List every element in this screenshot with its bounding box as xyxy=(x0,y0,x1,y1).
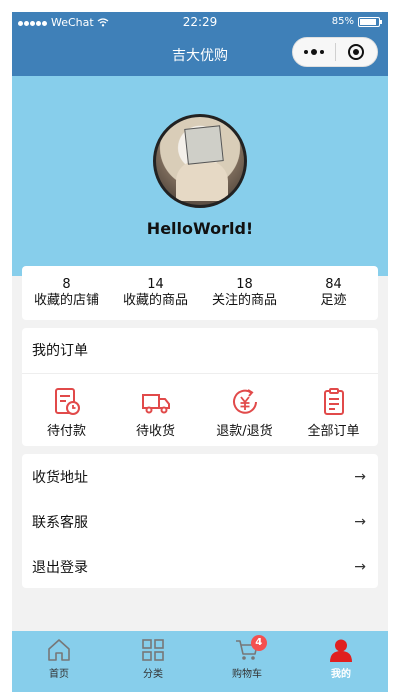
order-label: 待付款 xyxy=(46,424,86,439)
menu-label: 收货地址 xyxy=(32,469,88,486)
tab-label: 我的 xyxy=(331,669,351,680)
order-all[interactable]: 全部订单 xyxy=(289,374,378,446)
nav-bar: 吉大优购 xyxy=(12,32,388,76)
stat-value: 18 xyxy=(236,277,253,292)
refund-icon xyxy=(232,389,257,414)
menu-shipping-address[interactable]: 收货地址 → xyxy=(22,454,378,499)
username: HelloWorld! xyxy=(146,219,254,238)
stat-followed-goods[interactable]: 18 关注的商品 xyxy=(200,266,289,320)
stats-panel: 8 收藏的店铺 14 收藏的商品 18 关注的商品 84 足迹 xyxy=(22,266,378,320)
arrow-right-icon: → xyxy=(354,558,366,575)
orders-panel: 我的订单 待付款 待收货 退款/退货 全部订单 xyxy=(22,328,378,446)
stat-value: 84 xyxy=(325,277,342,292)
truck-icon xyxy=(141,394,170,414)
order-refund[interactable]: 退款/退货 xyxy=(200,374,289,446)
stat-label: 收藏的店铺 xyxy=(33,293,99,308)
user-icon xyxy=(330,639,352,662)
more-menu-button[interactable] xyxy=(293,38,335,66)
clipboard-icon xyxy=(323,388,344,415)
order-to-receive[interactable]: 待收货 xyxy=(111,374,200,446)
avatar[interactable] xyxy=(153,114,247,208)
tab-category[interactable]: 分类 xyxy=(106,631,200,692)
order-label: 全部订单 xyxy=(307,424,360,439)
profile-header: HelloWorld! xyxy=(12,76,388,276)
battery-icon xyxy=(358,16,382,27)
mini-program-capsule xyxy=(292,37,378,67)
order-status-row: 待付款 待收货 退款/退货 全部订单 xyxy=(22,374,378,446)
menu-customer-service[interactable]: 联系客服 → xyxy=(22,499,378,544)
tab-mine[interactable]: 我的 xyxy=(294,631,388,692)
stat-favorite-shops[interactable]: 8 收藏的店铺 xyxy=(22,266,111,320)
tab-label: 分类 xyxy=(143,669,163,680)
stat-label: 收藏的商品 xyxy=(122,293,188,308)
stat-favorite-goods[interactable]: 14 收藏的商品 xyxy=(111,266,200,320)
order-label: 退款/退货 xyxy=(216,424,273,439)
arrow-right-icon: → xyxy=(354,513,366,530)
status-bar: WeChat 22:29 85% xyxy=(12,12,388,32)
tab-home[interactable]: 首页 xyxy=(12,631,106,692)
order-label: 待收货 xyxy=(135,424,175,439)
tab-cart[interactable]: 4 购物车 xyxy=(200,631,294,692)
home-icon xyxy=(48,639,70,661)
stat-label: 关注的商品 xyxy=(211,293,277,308)
close-mini-program-button[interactable] xyxy=(335,38,377,66)
phone-screen: WeChat 22:29 85% 吉大优购 HelloWorld! 8 收藏的店… xyxy=(12,12,388,692)
battery-indicator: 85% xyxy=(331,16,382,27)
cart-count-badge: 4 xyxy=(250,635,267,651)
menu-label: 退出登录 xyxy=(32,559,88,576)
settings-menu: 收货地址 → 联系客服 → 退出登录 → xyxy=(22,454,378,588)
pending-payment-icon xyxy=(54,388,80,415)
stat-value: 8 xyxy=(62,277,71,292)
order-pending-payment[interactable]: 待付款 xyxy=(22,374,111,446)
target-icon xyxy=(348,44,365,60)
tab-bar: 首页 分类 4 购物车 我的 xyxy=(12,631,388,692)
menu-label: 联系客服 xyxy=(32,514,88,531)
menu-logout[interactable]: 退出登录 → xyxy=(22,544,378,589)
stat-label: 足迹 xyxy=(320,293,347,308)
arrow-right-icon: → xyxy=(354,468,366,485)
grid-icon xyxy=(142,639,164,661)
tab-label: 首页 xyxy=(49,669,69,680)
stat-value: 14 xyxy=(147,277,164,292)
tab-label: 购物车 xyxy=(232,669,262,680)
stat-footprint[interactable]: 84 足迹 xyxy=(289,266,378,320)
battery-percent: 85% xyxy=(331,16,354,27)
orders-title[interactable]: 我的订单 xyxy=(22,328,378,374)
